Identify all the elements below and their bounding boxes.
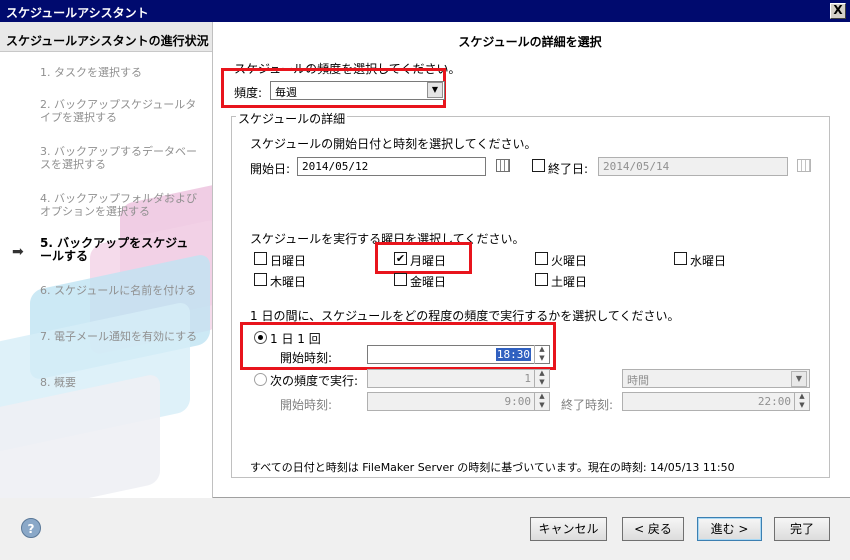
chevron-down-icon[interactable]: ▼ bbox=[427, 82, 443, 98]
window-title: スケジュールアシスタント bbox=[6, 6, 149, 20]
page-title: スケジュールの詳細を選択 bbox=[458, 35, 602, 49]
step-5-active: 5. バックアップをスケジュールする bbox=[40, 236, 189, 263]
frequency-value: 毎週 bbox=[275, 86, 297, 99]
day-label-saturday: 土曜日 bbox=[551, 275, 588, 289]
current-step-arrow-icon: ➡ bbox=[12, 244, 24, 260]
once-start-time-label: 開始時刻: bbox=[280, 351, 333, 365]
close-button[interactable]: X bbox=[830, 3, 846, 19]
checkbox-sunday[interactable] bbox=[254, 252, 267, 265]
day-label-friday: 金曜日 bbox=[410, 275, 447, 289]
repeat-start-time-field[interactable]: 9:00 bbox=[367, 392, 550, 411]
step-8: 8. 概要 bbox=[40, 376, 76, 389]
repeat-radio[interactable] bbox=[254, 373, 267, 386]
repeat-unit-select[interactable]: 時間 bbox=[622, 369, 810, 388]
next-button[interactable]: 進む > bbox=[697, 517, 762, 541]
calendar-icon[interactable] bbox=[797, 159, 811, 172]
once-start-time-value: 18:30 bbox=[495, 348, 531, 361]
checkbox-tuesday[interactable] bbox=[535, 252, 548, 265]
checkbox-friday[interactable] bbox=[394, 273, 407, 286]
step-7: 7. 電子メール通知を有効にする bbox=[40, 330, 198, 343]
group-title: スケジュールの詳細 bbox=[236, 110, 348, 127]
checkbox-wednesday[interactable] bbox=[674, 252, 687, 265]
time-spinner[interactable]: ▲ ▼ bbox=[794, 392, 809, 411]
once-start-time-field[interactable]: 18:30 bbox=[367, 345, 550, 364]
day-label-sunday: 日曜日 bbox=[270, 254, 307, 268]
repeat-start-time-label: 開始時刻: bbox=[280, 398, 333, 412]
back-button[interactable]: < 戻る bbox=[622, 517, 684, 541]
help-icon[interactable]: ? bbox=[21, 518, 41, 538]
end-date-checkbox[interactable] bbox=[532, 159, 545, 172]
progress-header: スケジュールアシスタントの進行状況 bbox=[0, 22, 212, 52]
repeat-end-time-field[interactable]: 22:00 bbox=[622, 392, 810, 411]
step-6: 6. スケジュールに名前を付ける bbox=[40, 284, 197, 297]
timezone-footnote: すべての日付と時刻は FileMaker Server の時刻に基づいています。… bbox=[250, 461, 735, 474]
step-4: 4. バックアップフォルダおよびオプションを選択する bbox=[40, 192, 197, 218]
checkbox-monday[interactable]: ✔ bbox=[394, 252, 407, 265]
day-label-monday: 月曜日 bbox=[410, 254, 447, 268]
step-2: 2. バックアップスケジュールタイプを選択する bbox=[40, 98, 197, 124]
once-daily-radio[interactable] bbox=[254, 331, 267, 344]
checkmark-icon: ✔ bbox=[395, 252, 406, 265]
step-1: 1. タスクを選択する bbox=[40, 66, 142, 79]
repeat-end-time-label: 終了時刻: bbox=[561, 398, 614, 412]
time-spinner[interactable]: ▲ ▼ bbox=[534, 345, 549, 364]
day-label-tuesday: 火曜日 bbox=[551, 254, 588, 268]
end-date-label: 終了日: bbox=[548, 162, 589, 176]
day-label-wednesday: 水曜日 bbox=[690, 254, 727, 268]
calendar-icon[interactable] bbox=[496, 159, 510, 172]
chevron-down-icon[interactable]: ▼ bbox=[791, 371, 807, 387]
cancel-button[interactable]: キャンセル bbox=[530, 517, 607, 541]
end-date-field[interactable]: 2014/05/14 bbox=[598, 157, 788, 176]
repeat-label: 次の頻度で実行: bbox=[270, 374, 359, 388]
step-3: 3. バックアップするデータベースを選択する bbox=[40, 145, 197, 171]
progress-pane: スケジュールアシスタントの進行状況 1. タスクを選択する 2. バックアップス… bbox=[0, 22, 213, 498]
finish-button[interactable]: 完了 bbox=[774, 517, 830, 541]
window-titlebar: スケジュールアシスタント X bbox=[0, 0, 850, 22]
checkbox-saturday[interactable] bbox=[535, 273, 548, 286]
frequency-label: 頻度: bbox=[234, 86, 263, 100]
repeat-spinner[interactable]: ▲ ▼ bbox=[534, 369, 549, 388]
start-date-label: 開始日: bbox=[250, 162, 291, 176]
frequency-select[interactable]: 毎週 bbox=[270, 81, 445, 100]
once-daily-label: 1 日 1 回 bbox=[270, 332, 321, 346]
time-spinner[interactable]: ▲ ▼ bbox=[534, 392, 549, 411]
start-date-field[interactable]: 2014/05/12 bbox=[297, 157, 486, 176]
start-prompt: スケジュールの開始日付と時刻を選択してください。 bbox=[250, 137, 537, 151]
repeat-every-field[interactable]: 1 bbox=[367, 369, 550, 388]
day-label-thursday: 木曜日 bbox=[270, 275, 307, 289]
checkbox-thursday[interactable] bbox=[254, 273, 267, 286]
